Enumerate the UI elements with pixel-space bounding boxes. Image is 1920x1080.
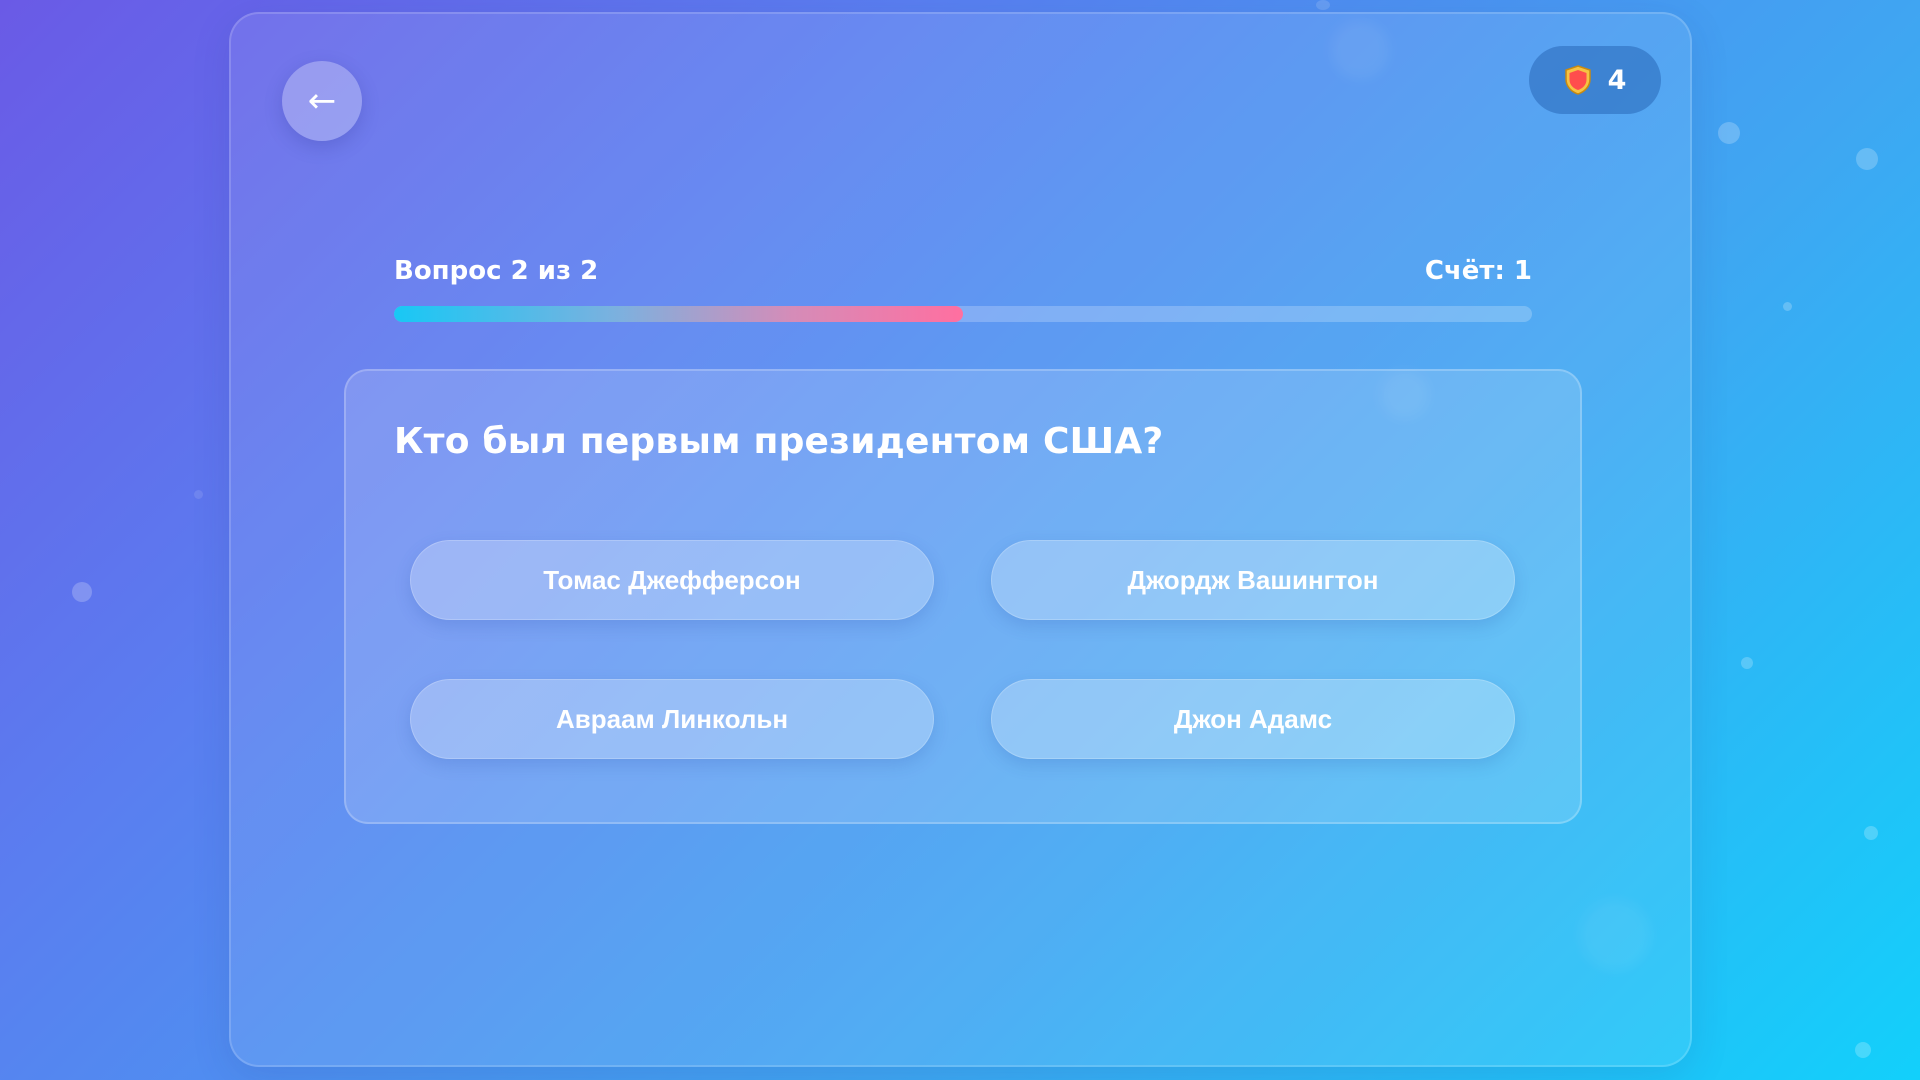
answer-button[interactable]: Джордж Вашингтон xyxy=(991,540,1515,620)
score-label: Счёт: 1 xyxy=(1424,256,1532,286)
background-bubble xyxy=(72,582,92,602)
background-bubble xyxy=(1316,0,1330,10)
background-bubble xyxy=(1783,302,1792,311)
progress-info: Вопрос 2 из 2 Счёт: 1 xyxy=(394,256,1532,286)
background-bubble xyxy=(1741,657,1753,669)
answer-button[interactable]: Джон Адамс xyxy=(991,679,1515,759)
answer-button[interactable]: Томас Джефферсон xyxy=(410,540,934,620)
question-card: Кто был первым президентом США? Томас Дж… xyxy=(344,369,1582,824)
question-counter: Вопрос 2 из 2 xyxy=(394,256,599,286)
arrow-left-icon: ← xyxy=(307,81,337,121)
lives-badge: 4 xyxy=(1529,46,1661,114)
background-bubble xyxy=(1718,122,1740,144)
background-bubble xyxy=(1855,1042,1871,1058)
question-text: Кто был первым президентом США? xyxy=(394,421,1164,462)
quiz-panel: ← 4 Вопрос 2 из 2 Счёт: 1 Кто был первым… xyxy=(229,12,1692,1067)
background-bubble xyxy=(1864,826,1878,840)
background-bubble xyxy=(1856,148,1878,170)
answer-button[interactable]: Авраам Линкольн xyxy=(410,679,934,759)
lives-count: 4 xyxy=(1607,64,1627,96)
back-button[interactable]: ← xyxy=(282,61,362,141)
background-bubble xyxy=(194,490,203,499)
shield-heart-icon xyxy=(1564,65,1591,95)
progress-bar xyxy=(394,306,1532,322)
progress-bar-fill xyxy=(394,306,963,322)
